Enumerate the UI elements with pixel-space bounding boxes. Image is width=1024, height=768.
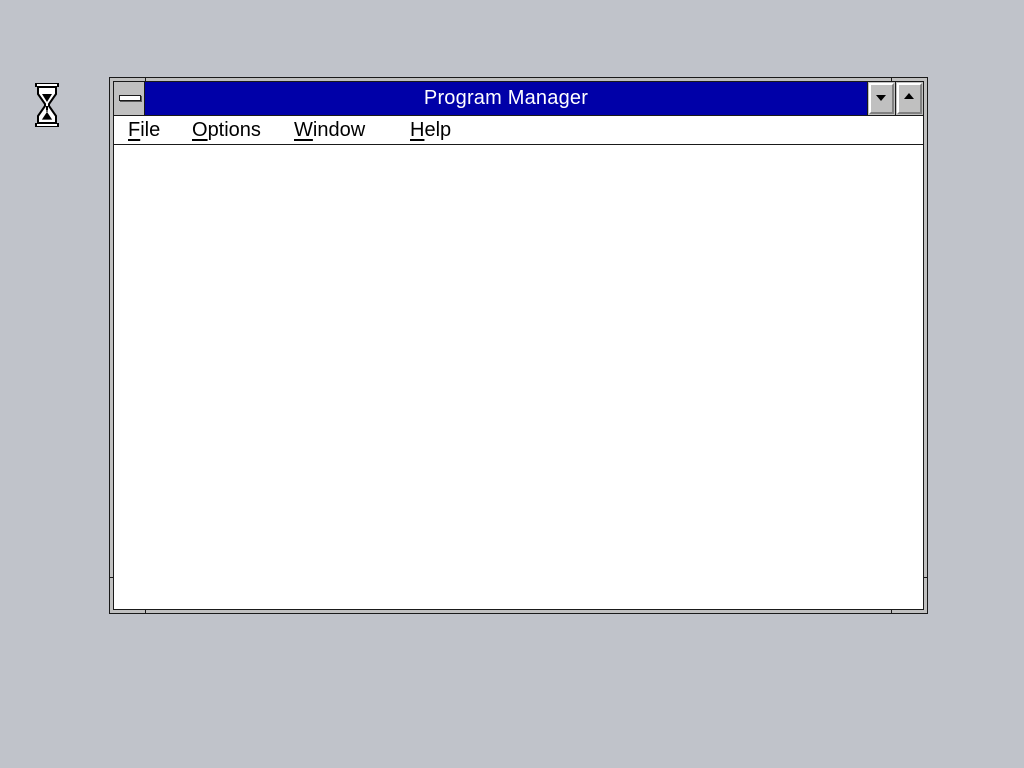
minimize-button[interactable] <box>867 82 895 115</box>
menu-item-options[interactable]: Options <box>190 116 263 144</box>
menu-item-file[interactable]: File <box>126 116 162 144</box>
menu-label: elp <box>424 119 452 141</box>
frame-corner-tick <box>924 577 927 578</box>
menu-item-help[interactable]: Help <box>408 116 453 144</box>
menu-mnemonic: F <box>128 119 141 141</box>
system-menu-icon <box>119 95 141 101</box>
menu-label: ptions <box>207 119 261 141</box>
system-menu-button[interactable] <box>114 82 145 115</box>
maximize-button[interactable] <box>895 82 923 115</box>
menu-mnemonic: H <box>410 119 425 141</box>
menu-mnemonic: W <box>294 119 313 141</box>
minimize-arrow-icon <box>876 95 886 101</box>
window-title: Program Manager <box>423 87 589 109</box>
mdi-client-area[interactable] <box>114 145 923 609</box>
menu-label: ile <box>140 119 161 141</box>
program-manager-window[interactable]: Program Manager File Options Window Help <box>109 77 928 614</box>
frame-corner-tick <box>891 610 892 613</box>
menu-item-window[interactable]: Window <box>292 116 367 144</box>
hourglass-icon <box>35 83 59 127</box>
maximize-arrow-icon <box>904 93 914 99</box>
menu-label: indow <box>312 119 366 141</box>
title-bar[interactable]: Program Manager <box>114 82 923 116</box>
menu-bar: File Options Window Help <box>114 116 923 145</box>
window-frame: Program Manager File Options Window Help <box>113 81 924 610</box>
frame-corner-tick <box>145 610 146 613</box>
menu-mnemonic: O <box>192 119 208 141</box>
